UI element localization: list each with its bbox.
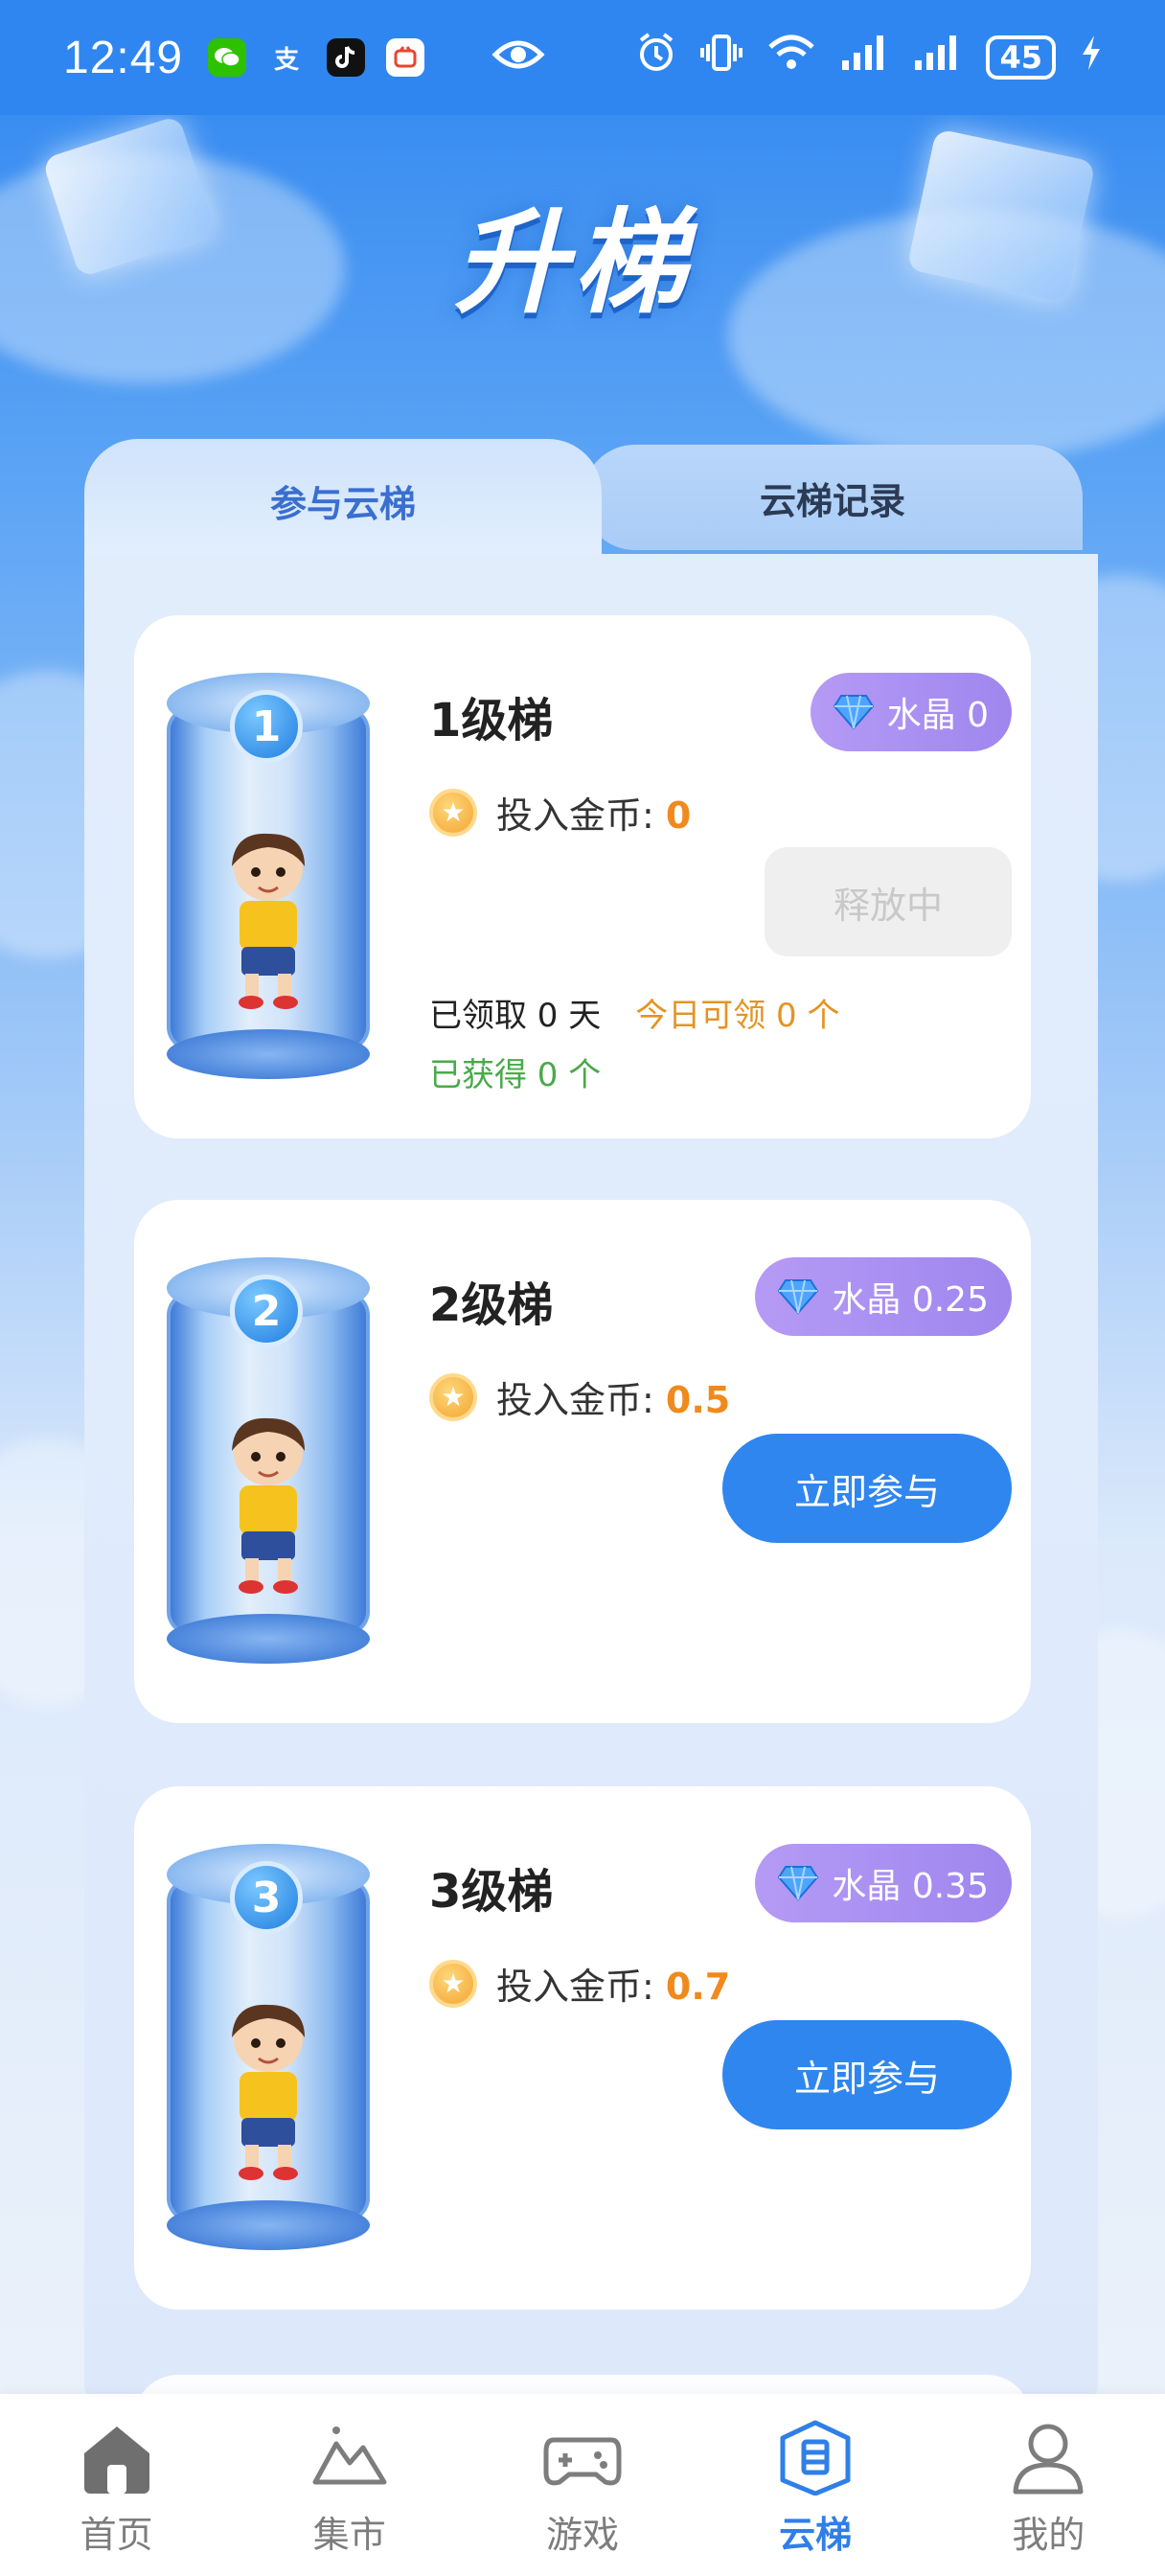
join-now-button[interactable]: 立即参与 <box>722 2020 1012 2129</box>
diamond-icon <box>778 1279 819 1315</box>
coin-value: 0 <box>665 794 692 837</box>
coin-icon: ★ <box>429 788 477 837</box>
nav-label: 集市 <box>312 2514 386 2556</box>
signal-icon <box>913 34 961 81</box>
status-time: 12:49 <box>63 32 184 83</box>
capsule-image: 3 <box>167 1844 370 2250</box>
card-title: 1级梯 <box>429 694 554 748</box>
level-number-badge: 3 <box>230 1861 303 1934</box>
status-bar: 12:49 支 45 <box>0 0 1165 115</box>
tiktok-icon <box>327 38 366 77</box>
nav-label: 首页 <box>80 2514 153 2556</box>
total-obtained: 已获得 0 个 <box>429 1056 602 1094</box>
join-now-button[interactable]: 立即参与 <box>722 1434 1012 1543</box>
level-number-badge: 2 <box>230 1275 303 1347</box>
vibrate-icon <box>700 33 743 82</box>
nav-mine[interactable]: 我的 <box>952 2417 1144 2558</box>
ladder-icon <box>775 2417 856 2497</box>
coin-label: 投入金币: <box>496 1966 666 2008</box>
user-icon <box>1008 2417 1088 2497</box>
eye-icon <box>491 34 545 82</box>
nav-market[interactable]: 集市 <box>254 2417 445 2558</box>
character-figure <box>232 833 305 1009</box>
tab-bar: 云梯记录 参与云梯 <box>84 439 1083 562</box>
nav-label: 我的 <box>1012 2514 1085 2556</box>
alipay-icon: 支 <box>274 45 300 75</box>
card-title: 2级梯 <box>429 1278 554 1332</box>
nav-label: 云梯 <box>779 2514 853 2556</box>
page-title: 升梯 <box>453 196 692 329</box>
diamond-icon <box>778 1866 819 1901</box>
coin-label: 投入金币: <box>496 1379 666 1421</box>
mountain-icon <box>309 2417 390 2497</box>
coin-value: 0.5 <box>665 1379 731 1421</box>
coin-invest-row: ★ 投入金币: 0.7 <box>429 1957 730 2010</box>
crystal-amount: 水晶 0.25 <box>832 1280 989 1320</box>
ladder-card: 3 3级梯 水晶 0.35 ★ 投入金币: 0.7 立即参与 <box>134 1786 1031 2310</box>
alarm-icon <box>637 33 675 82</box>
wifi-icon <box>767 34 815 81</box>
character-figure <box>232 1417 305 1594</box>
level-number-badge: 1 <box>230 690 303 763</box>
tab-cloud-ladder-records[interactable]: 云梯记录 <box>582 445 1083 550</box>
crystal-badge: 水晶 0.35 <box>755 1844 1012 1922</box>
crystal-amount: 水晶 0 <box>886 696 989 735</box>
character-figure <box>232 2004 305 2180</box>
coin-icon: ★ <box>429 1959 477 2008</box>
stat-row: 已领取 0 天 今日可领 0 个 <box>429 989 840 1036</box>
capsule-image: 2 <box>167 1257 370 1664</box>
crystal-badge: 水晶 0.25 <box>755 1257 1012 1336</box>
nav-cloud-ladder[interactable]: 云梯 <box>720 2417 911 2558</box>
today-claimable: 今日可领 0 个 <box>635 997 840 1035</box>
bottom-nav: 首页 集市 游戏 云梯 我的 <box>0 2394 1165 2576</box>
coin-invest-row: ★ 投入金币: 0 <box>429 786 691 839</box>
diamond-icon <box>833 695 874 730</box>
crystal-amount: 水晶 0.35 <box>832 1867 989 1906</box>
card-title: 3级梯 <box>429 1865 554 1919</box>
battery-level: 45 <box>986 35 1056 80</box>
ladder-card: 2 2级梯 水晶 0.25 ★ 投入金币: 0.5 立即参与 <box>134 1200 1031 1723</box>
gamepad-icon <box>542 2417 623 2497</box>
app-icon <box>386 38 425 77</box>
coin-value: 0.7 <box>665 1966 731 2008</box>
wechat-icon <box>208 38 247 77</box>
claimed-days: 已领取 0 天 <box>429 997 602 1035</box>
releasing-button: 释放中 <box>765 847 1012 956</box>
signal-icon <box>840 34 888 81</box>
capsule-image: 1 <box>167 673 370 1079</box>
tab-join-cloud-ladder[interactable]: 参与云梯 <box>84 439 602 562</box>
nav-games[interactable]: 游戏 <box>487 2417 678 2558</box>
status-app-icons: 支 <box>208 38 425 77</box>
coin-icon: ★ <box>429 1372 477 1421</box>
home-icon <box>77 2417 157 2497</box>
nav-label: 游戏 <box>545 2514 619 2556</box>
coin-label: 投入金币: <box>496 794 666 837</box>
status-indicators: 45 <box>637 33 1102 82</box>
coin-invest-row: ★ 投入金币: 0.5 <box>429 1370 730 1423</box>
nav-home[interactable]: 首页 <box>21 2417 213 2558</box>
crystal-badge: 水晶 0 <box>810 673 1012 751</box>
ladder-card: 1 1级梯 水晶 0 ★ 投入金币: 0 释放中 已领取 0 天 今日可领 0 … <box>134 615 1031 1138</box>
charging-icon <box>1081 34 1102 81</box>
